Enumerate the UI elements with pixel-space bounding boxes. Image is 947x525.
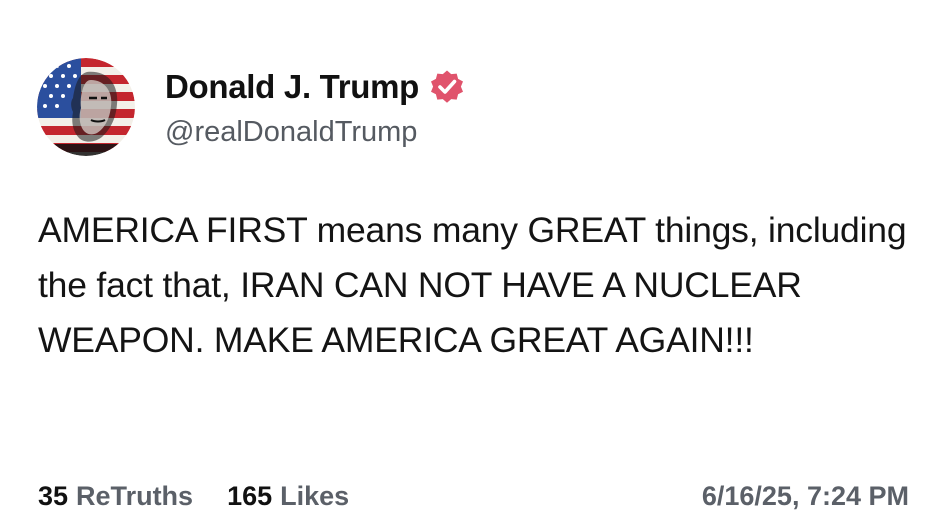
verified-badge-icon bbox=[429, 69, 465, 105]
author-avatar[interactable] bbox=[37, 58, 135, 156]
likes-label: Likes bbox=[280, 480, 350, 511]
post-timestamp[interactable]: 6/16/25, 7:24 PM bbox=[702, 481, 909, 512]
post-text: AMERICA FIRST means many GREAT things, i… bbox=[38, 210, 907, 360]
author-handle[interactable]: @realDonaldTrump bbox=[165, 116, 465, 149]
likes-stat[interactable]: 165 Likes bbox=[227, 481, 349, 512]
author-name-row: Donald J. Trump bbox=[165, 64, 465, 110]
retruths-label: ReTruths bbox=[76, 480, 194, 511]
post-footer: 35 ReTruths 165 Likes 6/16/25, 7:24 PM bbox=[38, 474, 909, 518]
retruths-stat[interactable]: 35 ReTruths bbox=[38, 481, 193, 512]
truth-social-post: Donald J. Trump @realDonaldTrump AMERICA… bbox=[0, 0, 947, 525]
likes-count: 165 bbox=[227, 480, 273, 511]
author-block: Donald J. Trump @realDonaldTrump bbox=[165, 64, 465, 149]
author-display-name[interactable]: Donald J. Trump bbox=[165, 68, 419, 106]
avatar-image bbox=[37, 58, 135, 156]
retruths-count: 35 bbox=[38, 480, 69, 511]
